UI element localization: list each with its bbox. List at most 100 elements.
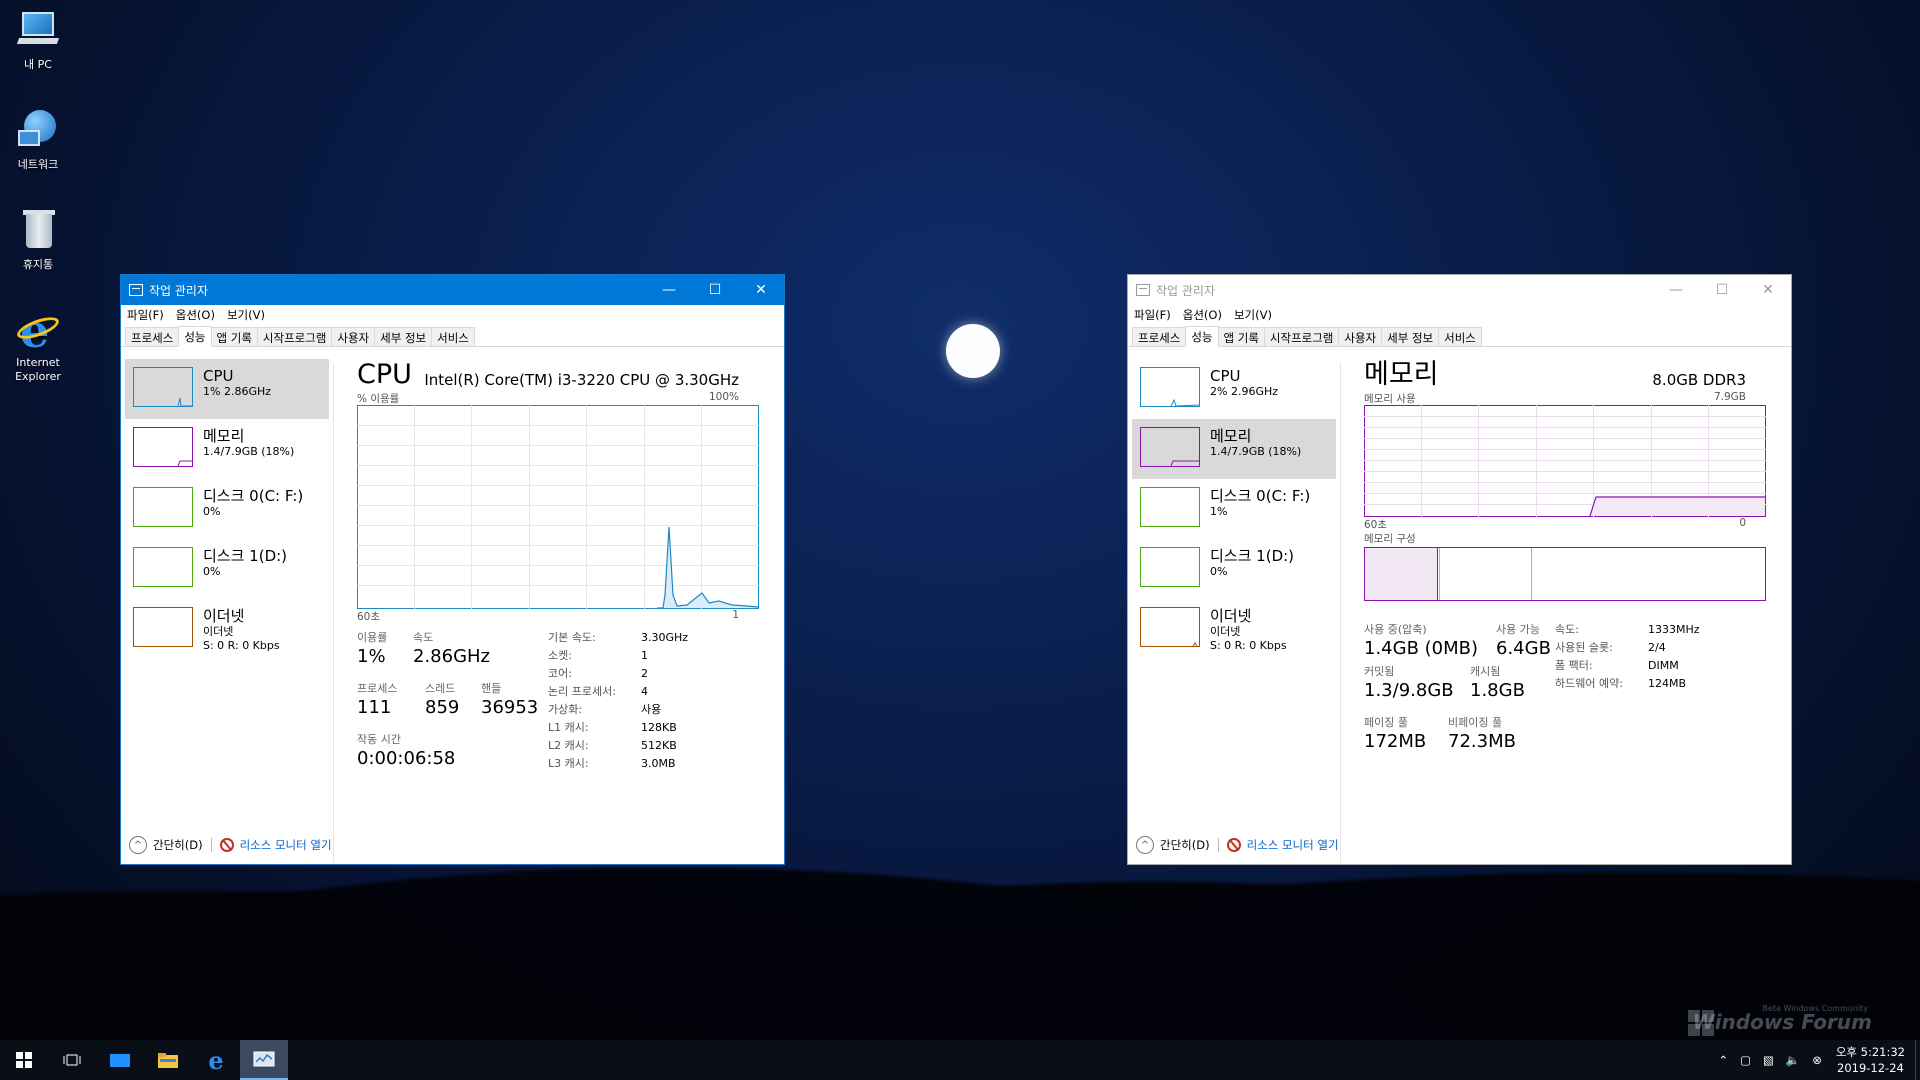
sidebar-item-sub: 2% 2.96GHz: [1210, 385, 1279, 398]
menu-bar: 파일(F) 옵션(O) 보기(V): [1128, 305, 1791, 325]
minimize-button[interactable]: —: [646, 275, 692, 305]
maximize-button[interactable]: ☐: [692, 275, 738, 305]
detail-row: 사용된 슬롯: 2/4: [1555, 641, 1666, 654]
tab-details[interactable]: 세부 정보: [374, 327, 433, 346]
open-resource-monitor-link[interactable]: 리소스 모니터 열기: [1247, 837, 1339, 853]
desktop-icon-recycle-bin[interactable]: 휴지통: [6, 208, 70, 272]
sidebar-item-name: CPU: [1210, 367, 1241, 385]
sidebar-item-sub2: S: 0 R: 0 Kbps: [203, 639, 280, 652]
desktop-icon-this-pc[interactable]: 내 PC: [6, 8, 70, 72]
composition-label: 메모리 구성: [1364, 533, 1416, 545]
sidebar-item-name: 이더넷: [203, 607, 245, 625]
sidebar-item-name: 메모리: [203, 427, 245, 445]
task-manager-window-cpu: 작업 관리자 — ☐ ✕ 파일(F) 옵션(O) 보기(V) 프로세스 성능 앱…: [120, 274, 785, 865]
tab-services[interactable]: 서비스: [1438, 327, 1482, 346]
menu-options[interactable]: 옵션(O): [176, 307, 215, 323]
uptime-label: 작동 시간: [357, 733, 401, 746]
taskbar-app-mail[interactable]: [96, 1040, 144, 1080]
menu-file[interactable]: 파일(F): [1134, 307, 1171, 323]
sidebar-item-cpu[interactable]: CPU 2% 2.96GHz: [1132, 359, 1336, 419]
start-button[interactable]: [0, 1040, 48, 1080]
sidebar-item-disk-0[interactable]: 디스크 0(C: F:) 1%: [1132, 479, 1336, 539]
disk-thumbnail: [133, 547, 193, 587]
cached-value: 1.8GB: [1470, 680, 1525, 701]
graph-label-bottom-left: 60초: [357, 611, 381, 623]
tab-users[interactable]: 사용자: [1338, 327, 1383, 346]
sidebar-item-disk-1[interactable]: 디스크 1(D:) 0%: [1132, 539, 1336, 599]
sidebar-item-cpu[interactable]: CPU 1% 2.86GHz: [125, 359, 329, 419]
clock[interactable]: 오후 5:21:32 2019-12-24: [1836, 1044, 1905, 1076]
tab-startup[interactable]: 시작프로그램: [1263, 327, 1340, 346]
desktop-icon-network[interactable]: 네트워크: [6, 108, 70, 172]
action-center-square-icon[interactable]: ▢: [1740, 1053, 1751, 1067]
tab-processes[interactable]: 프로세스: [1132, 327, 1187, 346]
fewer-details-button[interactable]: 간단히(D): [153, 837, 203, 853]
sidebar-item-memory[interactable]: 메모리 1.4/7.9GB (18%): [125, 419, 329, 479]
available-value: 6.4GB: [1496, 638, 1551, 659]
minimize-button[interactable]: —: [1653, 275, 1699, 305]
detail-row: 논리 프로세서: 4: [548, 685, 648, 698]
tab-details[interactable]: 세부 정보: [1381, 327, 1440, 346]
taskbar: e ⌃ ▢ ▧ 🔈 ⊗ 오후 5:21:32 2019-12-24: [0, 1040, 1920, 1080]
menu-view[interactable]: 보기(V): [1234, 307, 1272, 323]
close-button[interactable]: ✕: [738, 275, 784, 305]
network-icon[interactable]: ▧: [1763, 1053, 1774, 1067]
sidebar-divider: [333, 363, 334, 863]
tab-app-history[interactable]: 앱 기록: [1217, 327, 1265, 346]
fewer-details-button[interactable]: 간단히(D): [1160, 837, 1210, 853]
chevron-up-icon[interactable]: ⌃: [1718, 1053, 1728, 1067]
close-button[interactable]: ✕: [1745, 275, 1791, 305]
memory-usage-graph: [1364, 405, 1766, 517]
menu-file[interactable]: 파일(F): [127, 307, 164, 323]
sidebar-item-disk-1[interactable]: 디스크 1(D:) 0%: [125, 539, 329, 599]
tab-app-history[interactable]: 앱 기록: [210, 327, 258, 346]
menu-view[interactable]: 보기(V): [227, 307, 265, 323]
sidebar-item-memory[interactable]: 메모리 1.4/7.9GB (18%): [1132, 419, 1336, 479]
window-footer: ^ 간단히(D) 리소스 모니터 열기: [1136, 836, 1339, 854]
graph-label-top-left: % 이용률: [357, 393, 400, 405]
tab-users[interactable]: 사용자: [331, 327, 376, 346]
tab-performance[interactable]: 성능: [1185, 326, 1219, 347]
tab-startup[interactable]: 시작프로그램: [256, 327, 333, 346]
desktop-icon-internet-explorer[interactable]: e Internet Explorer: [6, 304, 70, 384]
sidebar-item-name: 메모리: [1210, 427, 1252, 445]
title-bar[interactable]: 작업 관리자 — ☐ ✕: [1128, 275, 1791, 305]
sidebar-item-disk-0[interactable]: 디스크 0(C: F:) 0%: [125, 479, 329, 539]
tab-performance[interactable]: 성능: [178, 326, 212, 347]
memory-thumbnail: [133, 427, 193, 467]
task-manager-icon: [1136, 284, 1150, 296]
sidebar-item-sub: 1%: [1210, 505, 1228, 518]
window-footer: ^ 간단히(D) 리소스 모니터 열기: [129, 836, 332, 854]
detail-row: L3 캐시: 3.0MB: [548, 757, 676, 770]
graph-label-bottom-right: 1: [732, 609, 739, 621]
sidebar-item-sub: 1% 2.86GHz: [203, 385, 272, 398]
speed-value: 2.86GHz: [413, 646, 491, 667]
ime-icon[interactable]: ⊗: [1812, 1053, 1822, 1067]
task-manager-icon: [129, 284, 143, 296]
volume-icon[interactable]: 🔈: [1786, 1053, 1800, 1067]
thread-label: 스레드: [425, 682, 456, 695]
sidebar-item-sub: 0%: [1210, 565, 1228, 578]
task-view-button[interactable]: [48, 1040, 96, 1080]
cpu-detail-panel: CPU Intel(R) Core(TM) i3-3220 CPU @ 3.30…: [357, 359, 763, 770]
tab-processes[interactable]: 프로세스: [125, 327, 180, 346]
mail-app-icon: [110, 1054, 130, 1067]
open-resource-monitor-link[interactable]: 리소스 모니터 열기: [240, 837, 332, 853]
sidebar-item-sub2: S: 0 R: 0 Kbps: [1210, 639, 1287, 652]
sidebar-item-name: CPU: [203, 367, 234, 385]
show-desktop-button[interactable]: [1915, 1040, 1920, 1080]
maximize-button[interactable]: ☐: [1699, 275, 1745, 305]
performance-sidebar: CPU 1% 2.86GHz 메모리 1.4/7.9GB (18%) 디스크 0…: [125, 359, 329, 659]
title-bar[interactable]: 작업 관리자 — ☐ ✕: [121, 275, 784, 305]
chevron-up-icon[interactable]: ^: [1136, 836, 1154, 854]
taskbar-app-task-manager[interactable]: [240, 1040, 288, 1080]
chevron-up-icon[interactable]: ^: [129, 836, 147, 854]
menu-options[interactable]: 옵션(O): [1183, 307, 1222, 323]
sidebar-item-name: 디스크 0(C: F:): [203, 487, 304, 505]
taskbar-app-internet-explorer[interactable]: e: [192, 1040, 240, 1080]
sidebar-item-ethernet[interactable]: 이더넷 이더넷 S: 0 R: 0 Kbps: [125, 599, 329, 659]
taskbar-app-file-explorer[interactable]: [144, 1040, 192, 1080]
tab-services[interactable]: 서비스: [431, 327, 475, 346]
graph-label-top-right: 7.9GB: [1713, 391, 1746, 403]
sidebar-item-ethernet[interactable]: 이더넷 이더넷 S: 0 R: 0 Kbps: [1132, 599, 1336, 659]
